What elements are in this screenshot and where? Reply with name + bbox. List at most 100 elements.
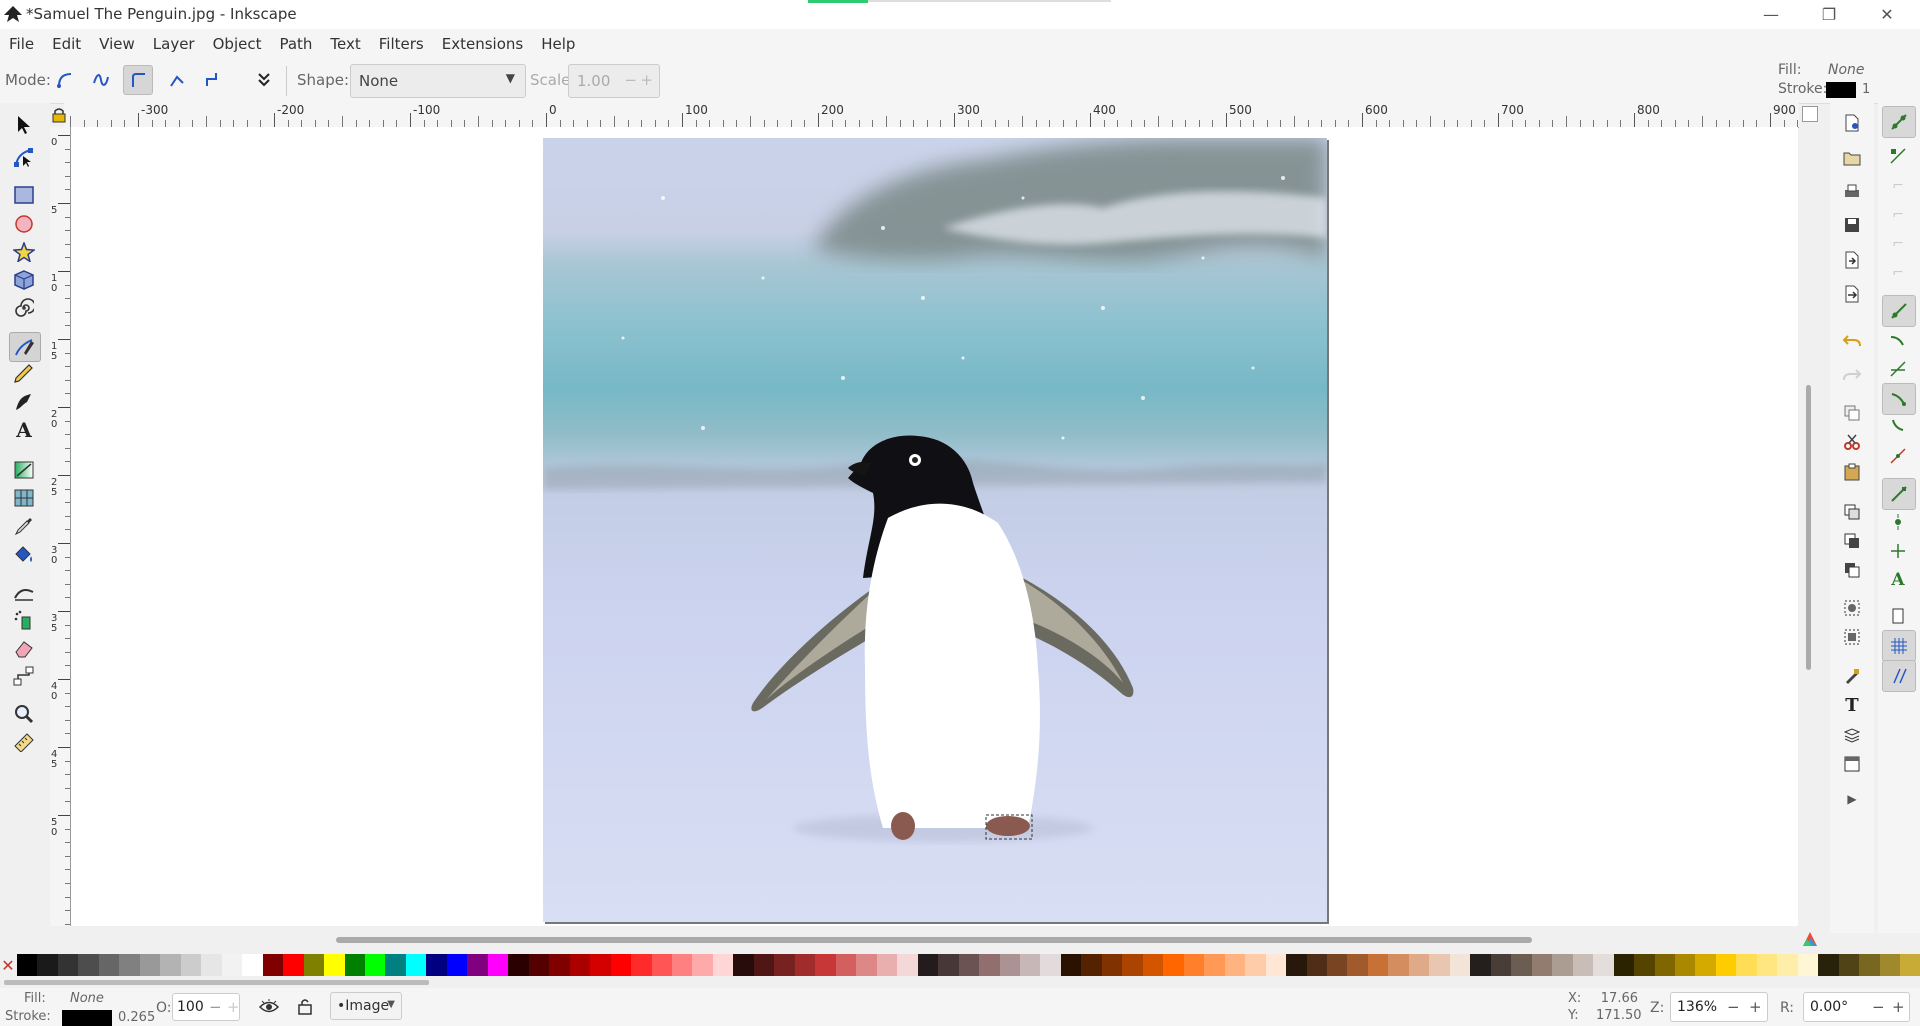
- palette-swatch[interactable]: [1674, 954, 1696, 976]
- palette-swatch[interactable]: [57, 954, 79, 976]
- palette-swatch[interactable]: [692, 954, 713, 976]
- menu-edit[interactable]: Edit: [43, 35, 90, 53]
- palette-swatch[interactable]: [201, 954, 222, 976]
- palette-swatch[interactable]: [1736, 954, 1757, 976]
- more-commands-icon[interactable]: ▶: [1837, 784, 1867, 814]
- redo-icon[interactable]: [1837, 359, 1867, 389]
- group-icon[interactable]: [1837, 593, 1867, 623]
- palette-swatch[interactable]: [1019, 954, 1041, 976]
- clone-icon[interactable]: [1837, 526, 1867, 556]
- palette-swatch[interactable]: [979, 954, 1000, 976]
- menu-file[interactable]: File: [0, 35, 43, 53]
- palette-swatch[interactable]: [1818, 954, 1839, 976]
- palette-swatch[interactable]: [712, 954, 734, 976]
- palette-swatch[interactable]: [610, 954, 632, 976]
- zoom-input[interactable]: 136% − +: [1670, 992, 1768, 1022]
- node-icon[interactable]: [9, 143, 39, 171]
- palette-swatch[interactable]: [1347, 954, 1368, 976]
- palette-swatch[interactable]: [631, 954, 652, 976]
- status-fill-value[interactable]: None: [70, 991, 104, 1006]
- palette-swatch[interactable]: [37, 954, 58, 976]
- zoom-in-icon[interactable]: +: [1749, 998, 1762, 1016]
- palette-swatch[interactable]: [835, 954, 857, 976]
- menu-path[interactable]: Path: [270, 35, 321, 53]
- snap-cusp-icon[interactable]: [1882, 383, 1916, 415]
- palette-swatch[interactable]: [1142, 954, 1164, 976]
- zoom-icon[interactable]: [9, 700, 39, 728]
- menu-view[interactable]: View: [90, 35, 144, 53]
- palette-swatch[interactable]: [528, 954, 550, 976]
- palette-swatch[interactable]: [303, 954, 325, 976]
- palette-swatch[interactable]: [1715, 954, 1737, 976]
- opacity-decrement-icon[interactable]: −: [209, 998, 222, 1016]
- opacity-input[interactable]: 100 − +: [172, 993, 240, 1021]
- palette-swatch[interactable]: [1756, 954, 1778, 976]
- snap-guides-icon[interactable]: [1882, 660, 1916, 692]
- canvas-corner-button[interactable]: [1802, 106, 1818, 122]
- snap-nodes-icon[interactable]: [1882, 295, 1916, 327]
- duplicate-icon[interactable]: [1837, 497, 1867, 527]
- palette-swatch[interactable]: [815, 954, 836, 976]
- paint-bucket-icon[interactable]: [9, 540, 39, 568]
- rotate-input[interactable]: 0.00° − +: [1803, 992, 1910, 1022]
- palette-swatch[interactable]: [1634, 954, 1655, 976]
- snap-object-center-icon[interactable]: [1882, 507, 1914, 537]
- rectangle-icon[interactable]: [9, 181, 39, 209]
- palette-swatch[interactable]: [1327, 954, 1348, 976]
- palette-swatch[interactable]: [938, 954, 959, 976]
- calligraphy-icon[interactable]: [9, 388, 39, 416]
- color-managed-icon[interactable]: [1803, 932, 1817, 946]
- palette-swatch[interactable]: [1081, 954, 1102, 976]
- palette-swatch[interactable]: [344, 954, 365, 976]
- palette-swatch[interactable]: [1245, 954, 1266, 976]
- palette-swatch[interactable]: [1654, 954, 1675, 976]
- drawing-canvas[interactable]: [71, 127, 1798, 926]
- open-file-icon[interactable]: [1837, 143, 1867, 173]
- palette-swatch[interactable]: [1838, 954, 1860, 976]
- vertical-scrollbar[interactable]: [1806, 385, 1811, 670]
- straight-segments-icon[interactable]: [163, 66, 191, 94]
- mesh-icon[interactable]: [9, 484, 39, 512]
- palette-swatch[interactable]: [467, 954, 488, 976]
- palette-swatch[interactable]: [794, 954, 816, 976]
- shape-select[interactable]: None ▼: [350, 64, 526, 98]
- menu-text[interactable]: Text: [321, 35, 369, 53]
- palette-swatch[interactable]: [897, 954, 918, 976]
- snap-bbox-icon[interactable]: [1882, 141, 1914, 171]
- color-palette[interactable]: [17, 954, 1920, 978]
- undo-icon[interactable]: [1837, 325, 1867, 355]
- palette-swatch[interactable]: [262, 954, 284, 976]
- palette-swatch[interactable]: [672, 954, 693, 976]
- increment-icon[interactable]: +: [640, 71, 653, 89]
- close-button[interactable]: ✕: [1858, 0, 1916, 29]
- palette-swatch[interactable]: [733, 954, 754, 976]
- palette-swatch[interactable]: [1163, 954, 1184, 976]
- palette-swatch[interactable]: [753, 954, 775, 976]
- palette-swatch[interactable]: [917, 954, 939, 976]
- palette-swatch[interactable]: [364, 954, 386, 976]
- snap-toggle-icon[interactable]: [1882, 106, 1916, 138]
- snap-smooth-icon[interactable]: [1882, 412, 1914, 442]
- palette-swatch[interactable]: [160, 954, 181, 976]
- palette-swatch[interactable]: [324, 954, 345, 976]
- palette-swatch[interactable]: [1511, 954, 1532, 976]
- pen-icon[interactable]: [9, 332, 41, 362]
- pencil-icon[interactable]: [9, 360, 39, 388]
- zoom-out-icon[interactable]: −: [1727, 998, 1740, 1016]
- palette-swatch[interactable]: [385, 954, 406, 976]
- print-icon[interactable]: [1837, 176, 1867, 206]
- palette-swatch[interactable]: [1531, 954, 1553, 976]
- palette-swatch[interactable]: [1265, 954, 1287, 976]
- text-icon[interactable]: A: [9, 416, 39, 444]
- menu-help[interactable]: Help: [532, 35, 584, 53]
- paste-icon[interactable]: [1837, 457, 1867, 487]
- snap-bbox-corner-icon[interactable]: ⌐: [1882, 200, 1914, 230]
- snap-text-baseline-icon[interactable]: A: [1882, 565, 1914, 595]
- gradient-icon[interactable]: [9, 456, 39, 484]
- lock-guides-icon[interactable]: [51, 107, 67, 123]
- scale-input[interactable]: 1.00 − +: [568, 64, 660, 98]
- palette-swatch[interactable]: [1552, 954, 1573, 976]
- palette-swatch[interactable]: [590, 954, 611, 976]
- palette-swatch[interactable]: [549, 954, 570, 976]
- status-stroke-swatch[interactable]: [62, 1010, 112, 1026]
